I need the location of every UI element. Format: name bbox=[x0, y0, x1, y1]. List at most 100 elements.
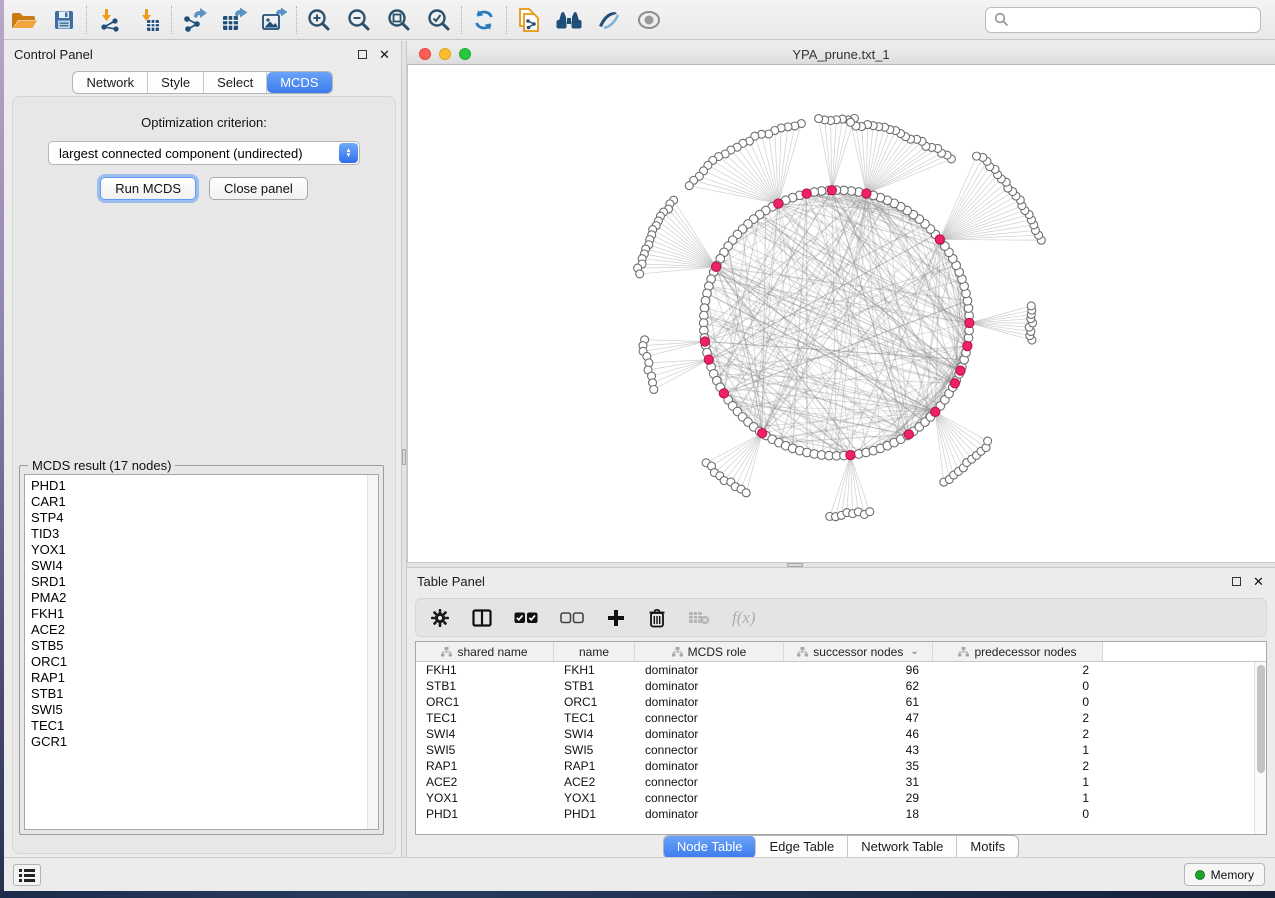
table-cell[interactable]: SWI5 bbox=[416, 743, 554, 757]
graph-node[interactable] bbox=[984, 437, 992, 445]
mcds-result-item[interactable]: STB5 bbox=[31, 638, 378, 654]
tab-network[interactable]: Network bbox=[73, 72, 148, 93]
status-menu-button[interactable] bbox=[13, 864, 41, 886]
graph-node-selected[interactable] bbox=[774, 199, 783, 208]
table-cell[interactable]: RAP1 bbox=[416, 759, 554, 773]
float-table-panel-button[interactable] bbox=[1230, 575, 1243, 588]
close-table-panel-button[interactable]: ✕ bbox=[1252, 575, 1265, 588]
table-scrollbar[interactable] bbox=[1254, 662, 1266, 834]
network-window-titlebar[interactable]: YPA_prune.txt_1 bbox=[407, 44, 1275, 65]
table-cell[interactable]: YOX1 bbox=[416, 791, 554, 805]
graph-node-selected[interactable] bbox=[827, 186, 836, 195]
graph-node[interactable] bbox=[650, 385, 658, 393]
select-all-columns-button[interactable] bbox=[514, 605, 538, 631]
zoom-out-button[interactable] bbox=[339, 3, 379, 37]
graph-node[interactable] bbox=[847, 118, 855, 126]
table-tab-edge-table[interactable]: Edge Table bbox=[756, 836, 848, 858]
close-panel-button-mcds[interactable]: Close panel bbox=[209, 177, 308, 200]
table-cell[interactable]: 0 bbox=[933, 679, 1103, 693]
mcds-result-item[interactable]: GCR1 bbox=[31, 734, 378, 750]
unselect-all-columns-button[interactable] bbox=[560, 605, 584, 631]
table-row[interactable]: SWI4SWI4dominator462 bbox=[416, 726, 1254, 742]
splitter-grip[interactable] bbox=[402, 449, 406, 465]
mcds-result-item[interactable]: FKH1 bbox=[31, 606, 378, 622]
splitter-grip[interactable] bbox=[787, 563, 803, 567]
export-network-button[interactable] bbox=[174, 3, 214, 37]
table-cell[interactable]: ORC1 bbox=[554, 695, 635, 709]
table-cell[interactable]: PHD1 bbox=[554, 807, 635, 821]
show-graphics-details-button[interactable] bbox=[629, 3, 669, 37]
table-row[interactable]: PHD1PHD1dominator180 bbox=[416, 806, 1254, 822]
table-cell[interactable]: FKH1 bbox=[554, 663, 635, 677]
table-cell[interactable]: 2 bbox=[933, 711, 1103, 725]
table-row[interactable]: ORC1ORC1dominator610 bbox=[416, 694, 1254, 710]
table-cell[interactable]: connector bbox=[635, 743, 784, 757]
delete-column-button[interactable] bbox=[648, 605, 666, 631]
column-header-name[interactable]: name bbox=[554, 642, 635, 661]
mcds-result-item[interactable]: SRD1 bbox=[31, 574, 378, 590]
mcds-result-list[interactable]: PHD1CAR1STP4TID3YOX1SWI4SRD1PMA2FKH1ACE2… bbox=[24, 474, 379, 830]
table-cell[interactable]: 0 bbox=[933, 695, 1103, 709]
mcds-result-item[interactable]: STP4 bbox=[31, 510, 378, 526]
table-cell[interactable]: SWI4 bbox=[416, 727, 554, 741]
open-file-button[interactable] bbox=[4, 3, 44, 37]
close-panel-button[interactable]: ✕ bbox=[378, 48, 391, 61]
table-cell[interactable]: 1 bbox=[933, 775, 1103, 789]
table-cell[interactable]: ORC1 bbox=[416, 695, 554, 709]
result-scrollbar[interactable] bbox=[367, 475, 378, 829]
graph-node-selected[interactable] bbox=[846, 451, 855, 460]
mcds-result-item[interactable]: CAR1 bbox=[31, 494, 378, 510]
table-cell[interactable]: 0 bbox=[933, 807, 1103, 821]
graph-node-selected[interactable] bbox=[935, 235, 944, 244]
mcds-result-item[interactable]: RAP1 bbox=[31, 670, 378, 686]
table-cell[interactable]: connector bbox=[635, 791, 784, 805]
table-cell[interactable]: 61 bbox=[784, 695, 933, 709]
graph-node-selected[interactable] bbox=[712, 262, 721, 271]
table-cell[interactable]: dominator bbox=[635, 759, 784, 773]
table-row[interactable]: STB1STB1dominator620 bbox=[416, 678, 1254, 694]
tab-select[interactable]: Select bbox=[204, 72, 267, 93]
table-cell[interactable]: ACE2 bbox=[554, 775, 635, 789]
table-row[interactable]: SWI5SWI5connector431 bbox=[416, 742, 1254, 758]
zoom-in-button[interactable] bbox=[299, 3, 339, 37]
column-header-predecessor-nodes[interactable]: predecessor nodes bbox=[933, 642, 1103, 661]
table-row[interactable]: RAP1RAP1dominator352 bbox=[416, 758, 1254, 774]
table-cell[interactable]: 43 bbox=[784, 743, 933, 757]
table-cell[interactable]: TEC1 bbox=[416, 711, 554, 725]
run-mcds-button[interactable]: Run MCDS bbox=[100, 177, 196, 200]
mcds-result-item[interactable]: PMA2 bbox=[31, 590, 378, 606]
memory-button[interactable]: Memory bbox=[1184, 863, 1265, 886]
show-columns-button[interactable] bbox=[472, 605, 492, 631]
criterion-dropdown[interactable]: largest connected component (undirected)… bbox=[48, 141, 360, 165]
table-cell[interactable]: RAP1 bbox=[554, 759, 635, 773]
table-cell[interactable]: 46 bbox=[784, 727, 933, 741]
search-input[interactable] bbox=[1009, 12, 1252, 27]
table-tab-node-table[interactable]: Node Table bbox=[664, 836, 757, 858]
mcds-result-item[interactable]: SWI4 bbox=[31, 558, 378, 574]
graph-node[interactable] bbox=[866, 508, 874, 516]
export-image-button[interactable] bbox=[254, 3, 294, 37]
graph-node[interactable] bbox=[742, 489, 750, 497]
column-header-shared-name[interactable]: shared name bbox=[416, 642, 554, 661]
clone-network-button[interactable] bbox=[509, 3, 549, 37]
graph-node-selected[interactable] bbox=[704, 355, 713, 364]
table-cell[interactable]: YOX1 bbox=[554, 791, 635, 805]
table-cell[interactable]: 29 bbox=[784, 791, 933, 805]
table-cell[interactable]: 2 bbox=[933, 759, 1103, 773]
table-cell[interactable]: PHD1 bbox=[416, 807, 554, 821]
graph-node-selected[interactable] bbox=[950, 379, 959, 388]
table-cell[interactable]: 47 bbox=[784, 711, 933, 725]
table-cell[interactable]: dominator bbox=[635, 663, 784, 677]
mcds-result-item[interactable]: TEC1 bbox=[31, 718, 378, 734]
table-cell[interactable]: SWI4 bbox=[554, 727, 635, 741]
graph-node[interactable] bbox=[636, 270, 644, 278]
mcds-result-item[interactable]: ORC1 bbox=[31, 654, 378, 670]
graph-node[interactable] bbox=[973, 152, 981, 160]
table-row[interactable]: TEC1TEC1connector472 bbox=[416, 710, 1254, 726]
save-session-button[interactable] bbox=[44, 3, 84, 37]
import-table-button[interactable] bbox=[129, 3, 169, 37]
refresh-view-button[interactable] bbox=[464, 3, 504, 37]
add-column-button[interactable] bbox=[606, 605, 626, 631]
table-row[interactable]: FKH1FKH1dominator962 bbox=[416, 662, 1254, 678]
table-cell[interactable]: 1 bbox=[933, 791, 1103, 805]
